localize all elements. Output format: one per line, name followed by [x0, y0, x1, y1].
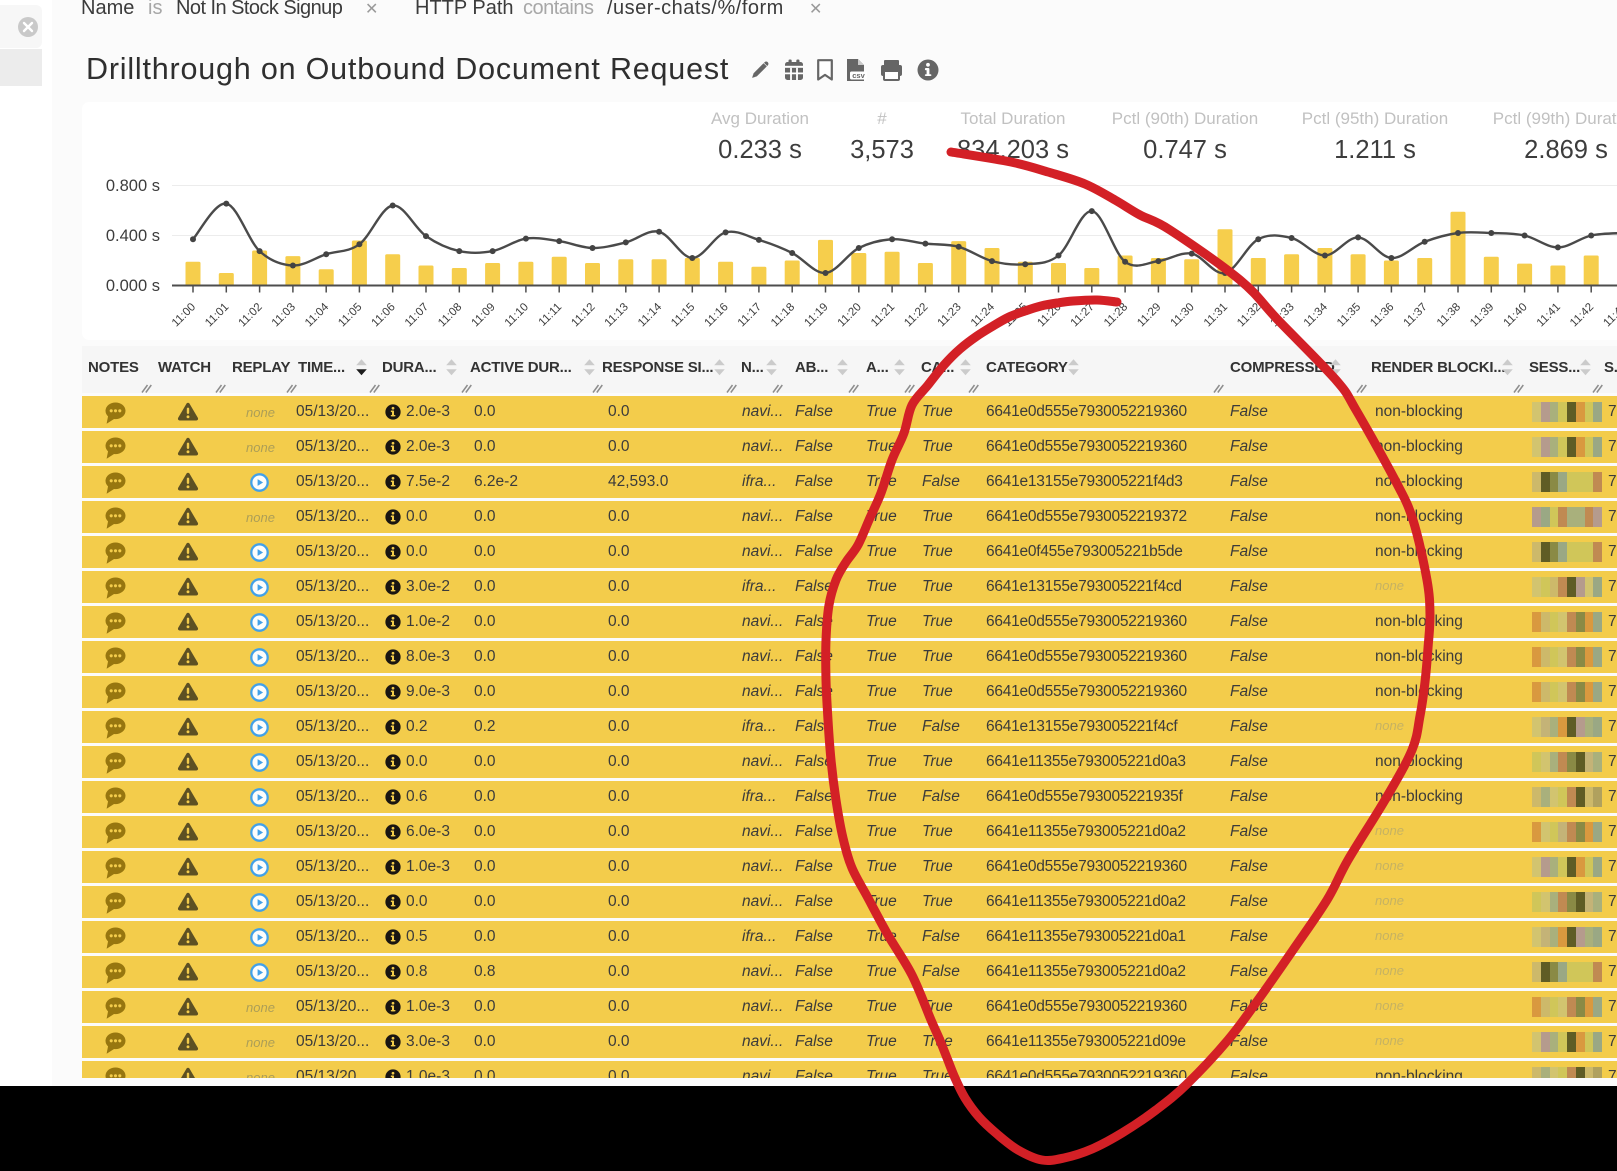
svg-text:11:15: 11:15	[669, 301, 697, 329]
svg-text:11:22: 11:22	[902, 301, 930, 329]
svg-text:11:24: 11:24	[969, 301, 998, 330]
svg-text:11:40: 11:40	[1501, 301, 1529, 329]
svg-text:11:08: 11:08	[436, 301, 464, 329]
svg-text:11:28: 11:28	[1102, 301, 1130, 329]
svg-text:11:03: 11:03	[270, 301, 298, 329]
svg-text:11:32: 11:32	[1235, 301, 1263, 329]
svg-text:11:35: 11:35	[1335, 301, 1363, 329]
svg-text:11:34: 11:34	[1302, 301, 1331, 330]
svg-text:11:42: 11:42	[1568, 301, 1596, 329]
svg-text:0.400 s: 0.400 s	[106, 227, 160, 245]
svg-text:11:07: 11:07	[403, 301, 431, 329]
svg-text:11:39: 11:39	[1468, 301, 1496, 329]
svg-text:11:11: 11:11	[537, 301, 565, 329]
svg-text:11:05: 11:05	[336, 301, 364, 329]
svg-text:11:37: 11:37	[1402, 301, 1430, 329]
svg-text:11:18: 11:18	[769, 301, 797, 329]
svg-text:11:27: 11:27	[1069, 301, 1097, 329]
svg-text:0.800 s: 0.800 s	[106, 177, 160, 195]
svg-text:11:01: 11:01	[203, 301, 231, 329]
svg-text:11:19: 11:19	[802, 301, 830, 329]
svg-text:11:04: 11:04	[303, 301, 332, 330]
svg-text:11:36: 11:36	[1368, 301, 1396, 329]
svg-text:11:38: 11:38	[1435, 301, 1463, 329]
svg-text:11:41: 11:41	[1535, 301, 1563, 329]
svg-text:11:23: 11:23	[936, 301, 964, 329]
svg-text:11:13: 11:13	[603, 301, 631, 329]
svg-text:0.000 s: 0.000 s	[106, 277, 160, 295]
svg-text:11:02: 11:02	[236, 301, 264, 329]
svg-text:11:09: 11:09	[469, 301, 497, 329]
svg-text:11:33: 11:33	[1268, 301, 1296, 329]
svg-text:11:00: 11:00	[170, 301, 198, 329]
svg-text:11:06: 11:06	[370, 301, 398, 329]
svg-text:11:20: 11:20	[836, 301, 864, 329]
svg-text:csv: csv	[852, 71, 865, 80]
svg-text:11:21: 11:21	[869, 301, 897, 329]
svg-text:11:17: 11:17	[736, 301, 764, 329]
svg-text:11:16: 11:16	[702, 301, 730, 329]
svg-text:11:30: 11:30	[1169, 301, 1197, 329]
svg-text:11:12: 11:12	[569, 301, 597, 329]
svg-text:11:31: 11:31	[1202, 301, 1230, 329]
svg-text:11:29: 11:29	[1135, 301, 1163, 329]
svg-text:11:10: 11:10	[503, 301, 531, 329]
svg-text:11:26: 11:26	[1035, 301, 1063, 329]
svg-text:11:25: 11:25	[1002, 301, 1030, 329]
svg-text:11:43: 11:43	[1601, 301, 1617, 329]
svg-text:11:14: 11:14	[636, 301, 665, 330]
